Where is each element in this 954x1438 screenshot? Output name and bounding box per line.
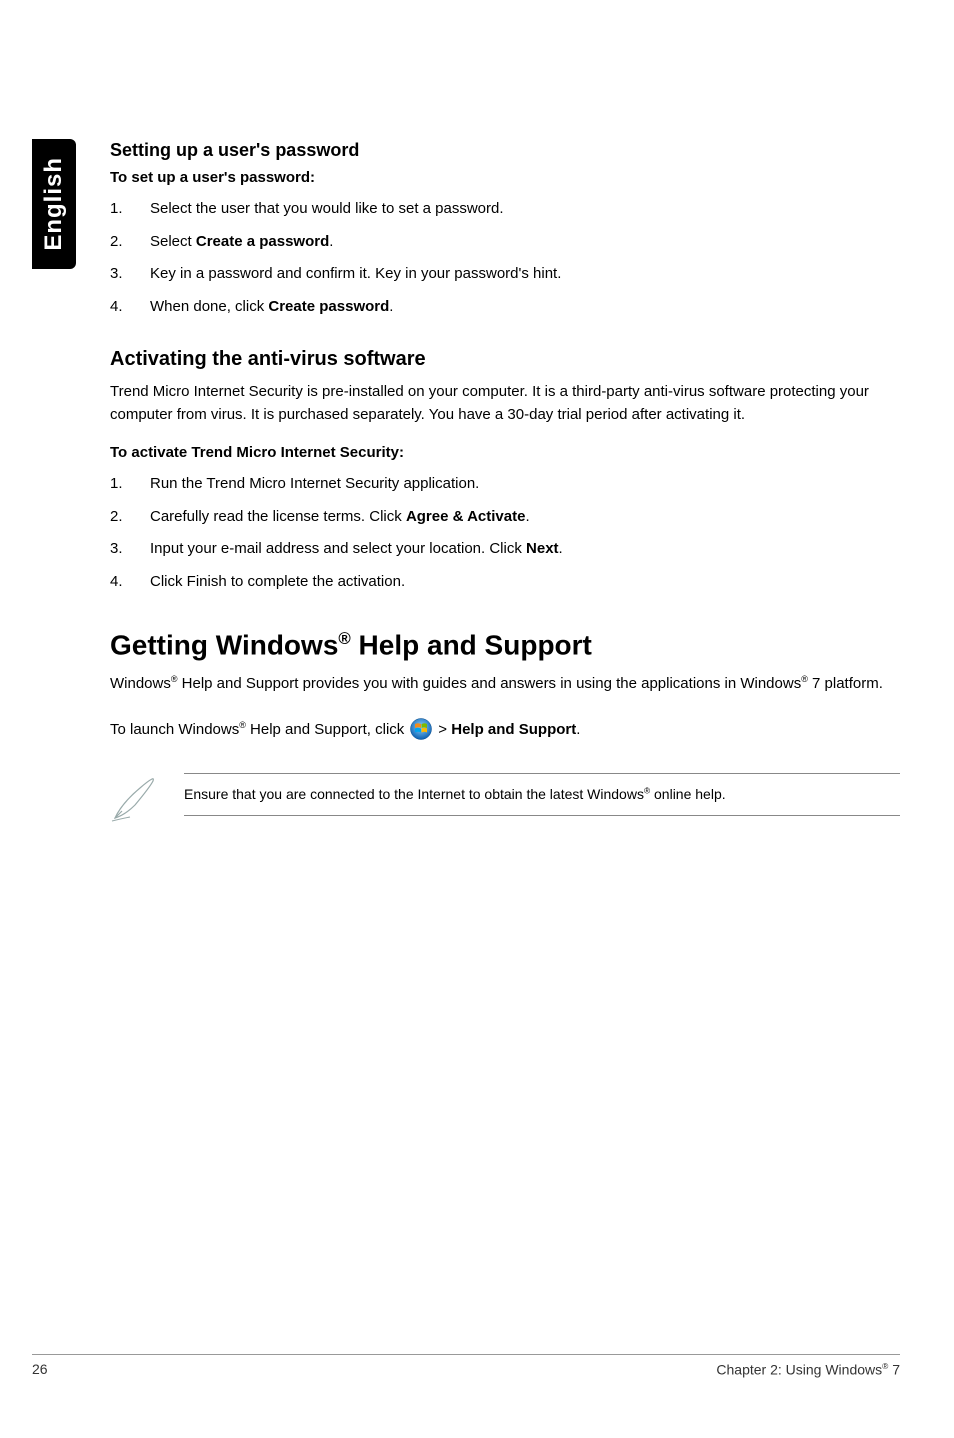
list-item: Click Finish to complete the activation.: [110, 571, 900, 594]
chapter-label: Chapter 2: Using Windows® 7: [716, 1361, 900, 1378]
list-item: Select the user that you would like to s…: [110, 198, 900, 221]
list-item: Run the Trend Micro Internet Security ap…: [110, 473, 900, 496]
password-steps-list: Select the user that you would like to s…: [110, 198, 900, 318]
note-text: Ensure that you are connected to the Int…: [184, 773, 900, 816]
section-subheading-antivirus: To activate Trend Micro Internet Securit…: [110, 444, 900, 461]
main-content: Setting up a user's password To set up a…: [110, 140, 900, 823]
list-item: Select Create a password.: [110, 231, 900, 254]
language-tab-label: English: [40, 157, 68, 251]
list-item: Carefully read the license terms. Click …: [110, 506, 900, 529]
registered-mark: ®: [171, 674, 178, 684]
step-text: Input your e-mail address and select you…: [150, 540, 526, 557]
launch-text: .: [576, 721, 580, 738]
help-support-body: Windows® Help and Support provides you w…: [110, 673, 900, 696]
antivirus-steps-list: Run the Trend Micro Internet Security ap…: [110, 473, 900, 593]
windows-start-orb-icon: [410, 718, 432, 740]
step-text: .: [389, 298, 393, 315]
step-bold: Create a password: [196, 233, 329, 250]
step-text: .: [329, 233, 333, 250]
list-item: Key in a password and confirm it. Key in…: [110, 263, 900, 286]
launch-instruction: To launch Windows® Help and Support, cli…: [110, 716, 900, 743]
registered-mark: ®: [338, 629, 350, 648]
note-text-part: Ensure that you are connected to the Int…: [184, 786, 644, 802]
step-text: Key in a password and confirm it. Key in…: [150, 265, 561, 282]
list-item: When done, click Create password.: [110, 296, 900, 319]
step-text: .: [525, 508, 529, 525]
note-block: Ensure that you are connected to the Int…: [110, 773, 900, 823]
heading-text: Getting Windows: [110, 629, 338, 660]
step-bold: Next: [526, 540, 559, 557]
page-number: 26: [32, 1361, 48, 1378]
step-text: When done, click: [150, 298, 268, 315]
step-text: Run the Trend Micro Internet Security ap…: [150, 475, 479, 492]
pen-note-icon: [110, 773, 160, 823]
launch-text: Help and Support, click: [246, 721, 404, 738]
launch-text: >: [438, 721, 451, 738]
page-footer: 26 Chapter 2: Using Windows® 7: [32, 1354, 900, 1378]
section-heading-help-support: Getting Windows® Help and Support: [110, 629, 900, 661]
launch-text: To launch Windows: [110, 721, 239, 738]
list-item: Input your e-mail address and select you…: [110, 538, 900, 561]
step-bold: Create password: [268, 298, 389, 315]
step-text: Select the user that you would like to s…: [150, 200, 504, 217]
chapter-text: 7: [888, 1362, 900, 1378]
section-heading-password: Setting up a user's password: [110, 140, 900, 161]
step-text: Carefully read the license terms. Click: [150, 508, 406, 525]
antivirus-intro: Trend Micro Internet Security is pre-ins…: [110, 381, 900, 426]
language-tab: English: [32, 139, 76, 269]
section-heading-antivirus: Activating the anti-virus software: [110, 348, 900, 371]
registered-mark: ®: [239, 720, 246, 730]
note-text-part: online help.: [650, 786, 726, 802]
body-text: Help and Support provides you with guide…: [178, 675, 802, 692]
section-subheading-password: To set up a user's password:: [110, 169, 900, 186]
step-text: Click Finish to complete the activation.: [150, 573, 405, 590]
registered-mark: ®: [801, 674, 808, 684]
launch-bold: Help and Support: [451, 721, 576, 738]
body-text: 7 platform.: [808, 675, 883, 692]
chapter-text: Chapter 2: Using Windows: [716, 1362, 882, 1378]
body-text: Windows: [110, 675, 171, 692]
step-bold: Agree & Activate: [406, 508, 526, 525]
step-text: Select: [150, 233, 196, 250]
heading-text: Help and Support: [351, 629, 592, 660]
step-text: .: [559, 540, 563, 557]
